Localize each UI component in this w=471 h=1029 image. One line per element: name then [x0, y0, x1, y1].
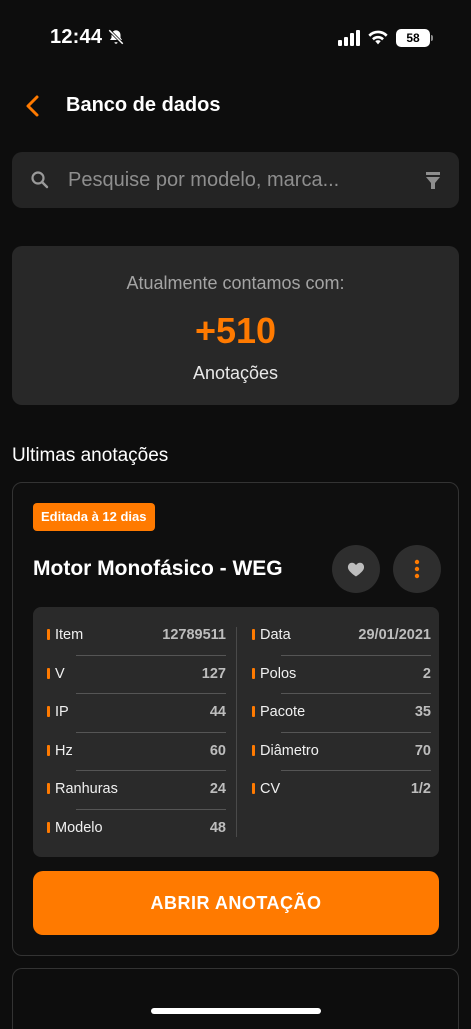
detail-row: Item 12789511: [44, 617, 226, 656]
wifi-icon: [368, 30, 388, 45]
detail-value: 2: [422, 665, 431, 682]
open-annotation-button[interactable]: ABRIR ANOTAÇÃO: [33, 871, 439, 935]
page-title: Banco de dados: [66, 94, 221, 116]
more-options-button[interactable]: [393, 545, 441, 593]
row-marker: [47, 783, 50, 794]
detail-value: 24: [209, 781, 226, 797]
detail-value: 70: [414, 742, 431, 759]
detail-value: 12789511: [162, 627, 226, 643]
detail-key: V: [55, 665, 65, 682]
battery-cap: [431, 35, 433, 41]
detail-key: Pacote: [260, 704, 306, 720]
signal-icon: [338, 30, 360, 46]
detail-key: CV: [260, 781, 281, 797]
heart-icon: [347, 562, 365, 577]
detail-row: Modelo 48: [44, 810, 226, 849]
battery-indicator: 58: [396, 29, 430, 47]
detail-value: 44: [209, 704, 226, 720]
details-left-column: Item 12789511 V 127 IP 44 Hz 60 Ranhuras 24 M…: [44, 617, 226, 848]
detail-row: Ranhuras 24: [44, 771, 226, 810]
bell-off-icon: [108, 29, 124, 45]
row-marker: [47, 706, 50, 717]
row-marker: [252, 629, 255, 640]
favorite-button[interactable]: [332, 545, 380, 593]
detail-row: Diâmetro 70: [249, 733, 431, 771]
detail-row: Hz 60: [44, 733, 226, 771]
annotation-title: Motor Monofásico - WEG: [33, 557, 283, 580]
chevron-left-icon[interactable]: [20, 92, 48, 120]
detail-value: 48: [209, 819, 226, 836]
app-header: Banco de dados: [0, 84, 471, 128]
row-marker: [47, 744, 50, 756]
row-marker: [252, 744, 255, 756]
detail-row: Pacote 35: [249, 694, 431, 733]
row-marker: [47, 629, 50, 640]
row-marker: [252, 706, 255, 717]
row-marker: [47, 821, 50, 833]
annotation-details: Item 12789511 V 127 IP 44 Hz 60 Ranhuras 24 M…: [33, 607, 439, 857]
column-divider: [236, 627, 237, 837]
row-marker: [252, 783, 255, 794]
detail-key: Polos: [260, 665, 297, 682]
home-indicator[interactable]: [151, 1008, 321, 1014]
detail-key: IP: [55, 704, 69, 720]
detail-key: Diâmetro: [260, 742, 319, 759]
status-bar: 12:44 58: [0, 0, 471, 76]
stats-caption: Atualmente contamos com:: [126, 273, 345, 293]
detail-row: V 127: [44, 656, 226, 694]
detail-key: Hz: [55, 742, 73, 759]
annotation-card: Editada à 12 dias Motor Monofásico - WEG…: [12, 482, 459, 956]
details-right-column: Data 29/01/2021 Polos 2 Pacote 35 Diâmetro 7…: [249, 617, 431, 810]
search-input[interactable]: [68, 152, 408, 208]
search-icon: [31, 171, 49, 189]
detail-row: Data 29/01/2021: [249, 617, 431, 656]
detail-key: Item: [55, 627, 84, 643]
detail-key: Ranhuras: [55, 781, 118, 797]
detail-row: IP 44: [44, 694, 226, 733]
stats-label: Anotações: [192, 363, 279, 383]
detail-row: Polos 2: [249, 656, 431, 694]
stats-card: Atualmente contamos com: +510 Anotações: [12, 246, 459, 405]
stats-count: +510: [194, 310, 277, 351]
search-bar: [12, 152, 459, 208]
detail-value: 127: [201, 665, 226, 682]
more-vertical-icon: [414, 559, 420, 579]
detail-key: Modelo: [55, 819, 103, 836]
section-title: Ultimas anotações: [12, 445, 169, 466]
detail-value: 60: [209, 742, 226, 759]
detail-value: 1/2: [410, 781, 431, 797]
status-time: 12:44: [50, 26, 103, 48]
row-marker: [252, 667, 255, 679]
detail-value: 35: [414, 704, 431, 720]
detail-value: 29/01/2021: [358, 627, 431, 643]
detail-row: CV 1/2: [249, 771, 431, 810]
detail-key: Data: [260, 627, 291, 643]
row-marker: [47, 667, 50, 679]
edited-badge: Editada à 12 dias: [33, 503, 155, 531]
next-annotation-card[interactable]: [12, 968, 459, 1029]
filter-icon[interactable]: [422, 169, 444, 191]
